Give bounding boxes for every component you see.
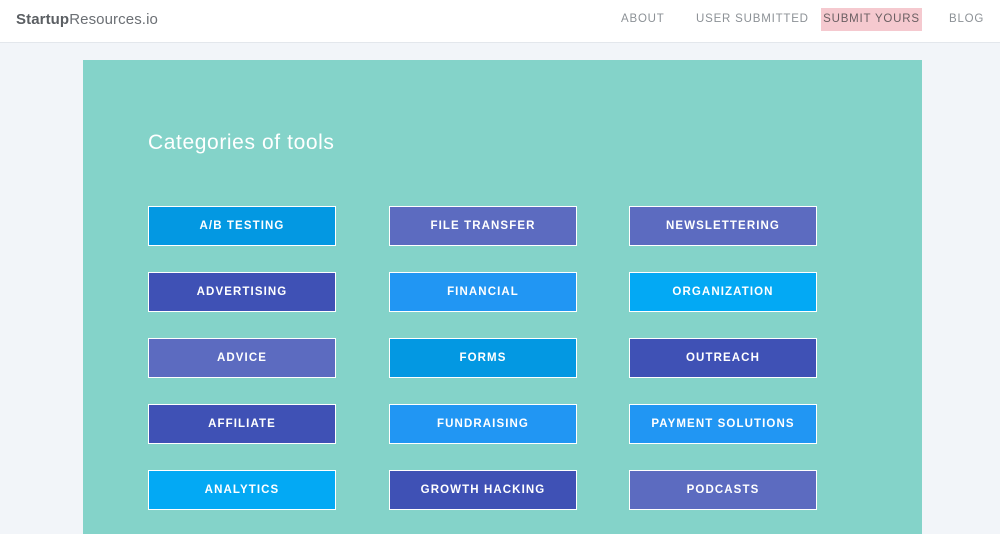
category-advertising-button[interactable]: ADVERTISING: [148, 272, 336, 312]
category-affiliate-button[interactable]: AFFILIATE: [148, 404, 336, 444]
nav-blog-link[interactable]: BLOG: [949, 8, 984, 31]
category-forms-button[interactable]: FORMS: [389, 338, 577, 378]
category-analytics-button[interactable]: ANALYTICS: [148, 470, 336, 510]
category-organization-button[interactable]: ORGANIZATION: [629, 272, 817, 312]
nav-submit-yours-button[interactable]: SUBMIT YOURS: [821, 8, 922, 31]
category-growth-hacking-button[interactable]: GROWTH HACKING: [389, 470, 577, 510]
category-fundraising-button[interactable]: FUNDRAISING: [389, 404, 577, 444]
category-newslettering-button[interactable]: NEWSLETTERING: [629, 206, 817, 246]
category-outreach-button[interactable]: OUTREACH: [629, 338, 817, 378]
categories-heading: Categories of tools: [148, 131, 335, 154]
site-logo[interactable]: StartupResources.io: [16, 11, 158, 28]
nav-about-link[interactable]: ABOUT: [621, 8, 665, 31]
category-financial-button[interactable]: FINANCIAL: [389, 272, 577, 312]
top-navbar: StartupResources.io ABOUT USER SUBMITTED…: [0, 0, 1000, 43]
logo-bold-text: Startup: [16, 11, 70, 28]
nav-user-submitted-link[interactable]: USER SUBMITTED: [696, 8, 809, 31]
category-ab-testing-button[interactable]: A/B TESTING: [148, 206, 336, 246]
category-podcasts-button[interactable]: PODCASTS: [629, 470, 817, 510]
category-file-transfer-button[interactable]: FILE TRANSFER: [389, 206, 577, 246]
logo-text: Resources.io: [69, 11, 158, 28]
category-advice-button[interactable]: ADVICE: [148, 338, 336, 378]
categories-panel: Categories of tools A/B TESTING FILE TRA…: [83, 60, 922, 534]
category-payment-solutions-button[interactable]: PAYMENT SOLUTIONS: [629, 404, 817, 444]
